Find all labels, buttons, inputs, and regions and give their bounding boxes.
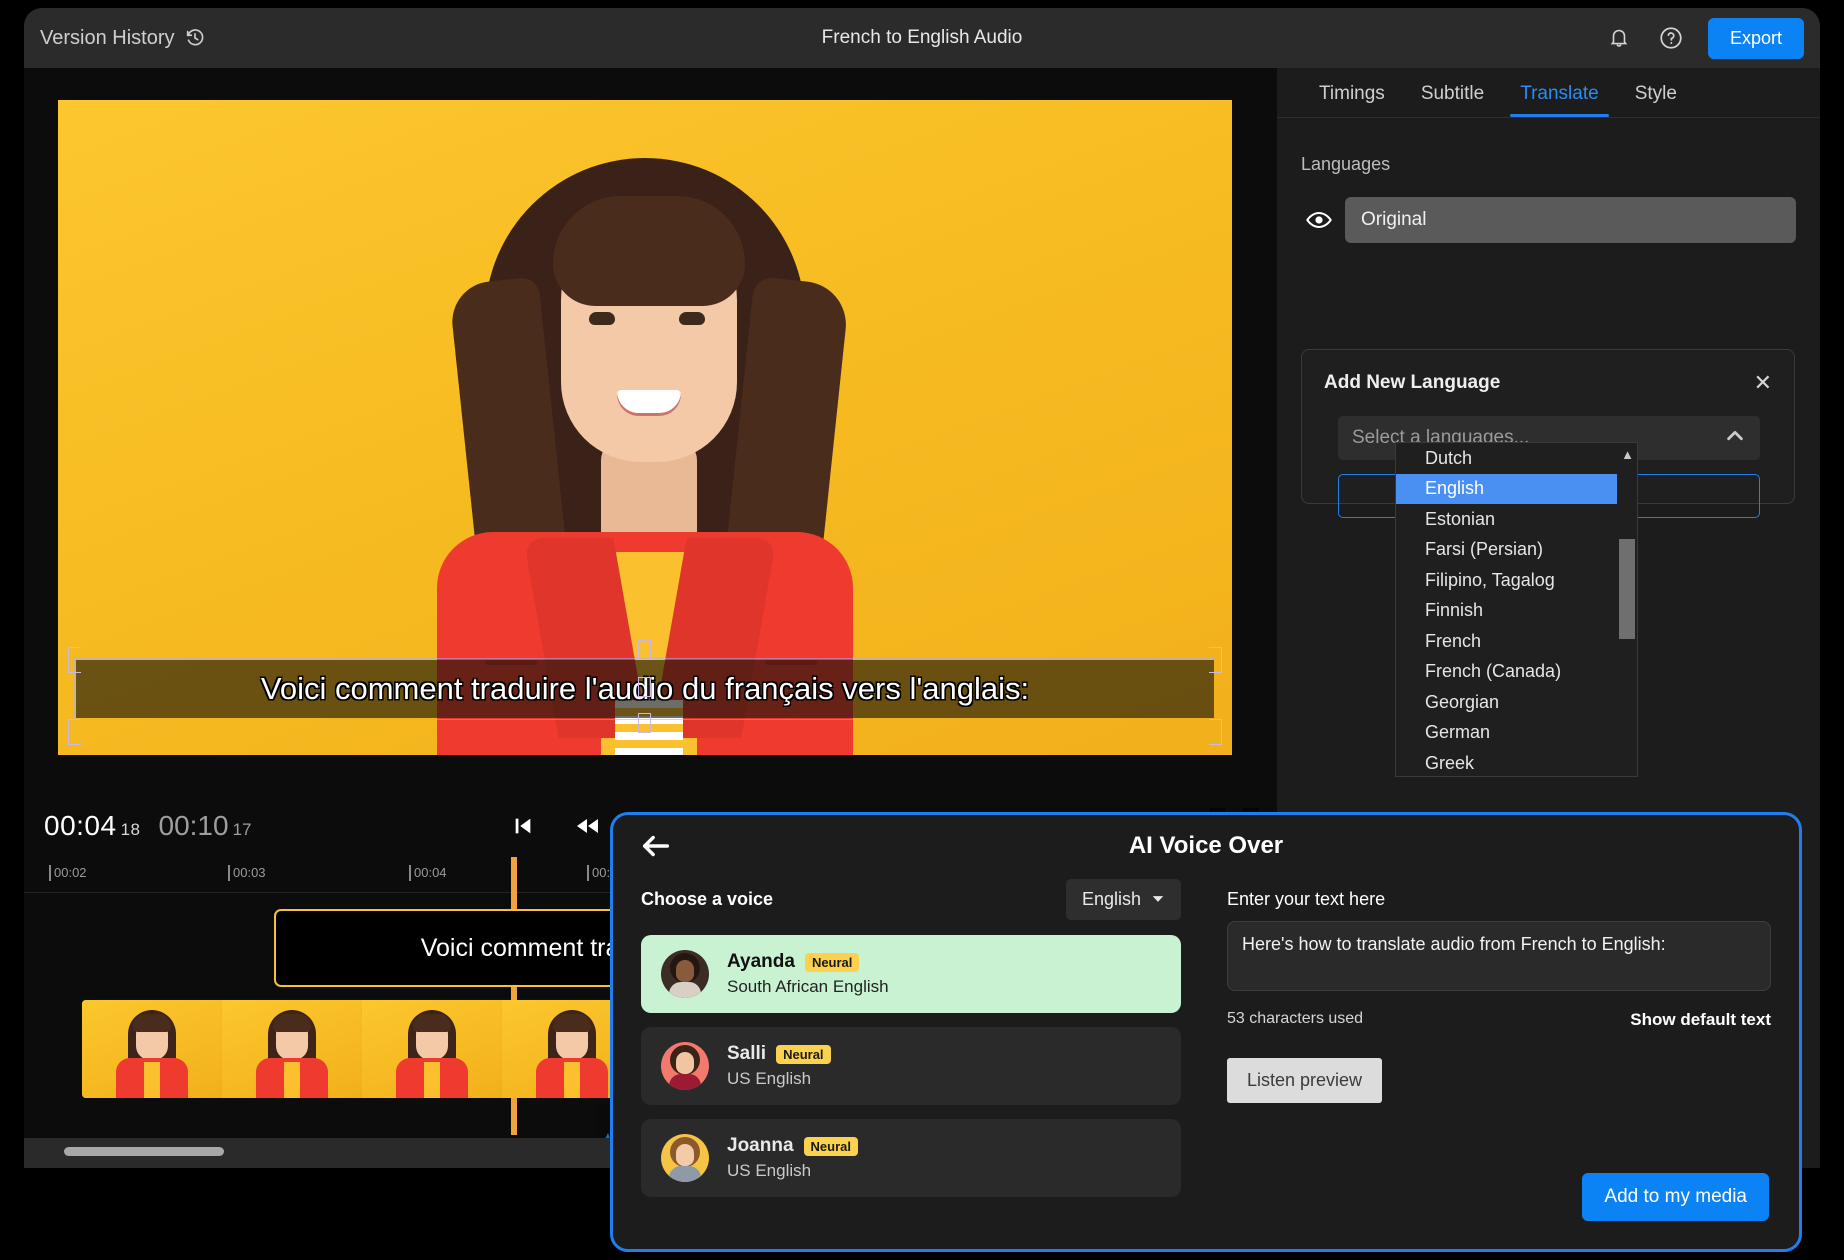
resize-handle-top-right[interactable] <box>1209 647 1222 673</box>
voice-text-column: Enter your text here 53 characters used … <box>1227 877 1771 1197</box>
top-bar-actions: Export <box>1604 8 1804 68</box>
choose-voice-label: Choose a voice <box>641 889 773 910</box>
voice-language-value: English <box>1082 889 1141 910</box>
add-to-my-media-button[interactable]: Add to my media <box>1582 1173 1769 1221</box>
enter-text-label: Enter your text here <box>1227 877 1771 921</box>
language-dropdown-list[interactable]: Dutch English Estonian Farsi (Persian) F… <box>1395 442 1638 777</box>
language-list-scrollbar-thumb[interactable] <box>1619 539 1635 639</box>
voice-locale: South African English <box>727 977 889 997</box>
voice-text-meta: 53 characters used Show default text <box>1227 1010 1771 1030</box>
character-count: 53 characters used <box>1227 1010 1363 1030</box>
ai-voice-over-panel: AI Voice Over Choose a voice English <box>610 812 1802 1252</box>
tab-subtitle[interactable]: Subtitle <box>1403 83 1502 117</box>
voice-list-header: Choose a voice English <box>641 877 1181 921</box>
ruler-tick: 00:04 <box>414 865 447 880</box>
voice-locale: US English <box>727 1069 831 1089</box>
rewind-icon[interactable] <box>574 813 600 839</box>
avatar <box>661 950 709 998</box>
voice-card-info: Joanna Neural US English <box>727 1135 858 1181</box>
chevron-down-icon <box>1151 892 1165 906</box>
voice-over-body: Choose a voice English Ayanda Neural <box>613 877 1799 1197</box>
voice-badge: Neural <box>805 953 859 972</box>
export-button[interactable]: Export <box>1708 18 1804 59</box>
timeline-subtitle-clip-text: Voici comment trad <box>274 934 630 963</box>
avatar <box>661 1042 709 1090</box>
video-thumbnail <box>82 1000 222 1098</box>
language-option-estonian[interactable]: Estonian <box>1396 504 1637 535</box>
voice-card-info: Ayanda Neural South African English <box>727 951 889 997</box>
video-preview[interactable]: Voici comment traduire l'audio du frança… <box>58 100 1232 755</box>
voice-name: Ayanda <box>727 951 795 973</box>
timeline-video-clip[interactable] <box>82 1000 642 1098</box>
language-option-georgian[interactable]: Georgian <box>1396 687 1637 718</box>
tab-style[interactable]: Style <box>1617 83 1695 117</box>
screen-root: Version History French to English Audio <box>0 0 1844 1260</box>
notification-bell-icon[interactable] <box>1604 23 1634 53</box>
voice-card-info: Salli Neural US English <box>727 1043 831 1089</box>
skip-to-start-icon[interactable] <box>510 813 536 839</box>
language-option-finnish[interactable]: Finnish <box>1396 596 1637 627</box>
scroll-up-arrow-icon[interactable]: ▲ <box>1621 447 1634 462</box>
voice-name: Salli <box>727 1043 766 1065</box>
timeline-subtitle-clip[interactable]: Voici comment trad <box>274 909 630 987</box>
voice-language-dropdown[interactable]: English <box>1066 879 1181 920</box>
voice-card-joanna[interactable]: Joanna Neural US English <box>641 1119 1181 1197</box>
history-clock-icon <box>184 27 206 49</box>
eye-visible-icon[interactable] <box>1305 206 1333 234</box>
language-option-french[interactable]: French <box>1396 626 1637 657</box>
version-history-label: Version History <box>40 27 175 50</box>
language-option-dutch[interactable]: Dutch <box>1396 443 1637 474</box>
resize-handle-bottom-center[interactable] <box>638 713 651 733</box>
video-thumbnail <box>222 1000 362 1098</box>
voice-card-ayanda[interactable]: Ayanda Neural South African English <box>641 935 1181 1013</box>
voice-card-salli[interactable]: Salli Neural US English <box>641 1027 1181 1105</box>
voice-text-input[interactable] <box>1227 921 1771 991</box>
voice-over-header: AI Voice Over <box>613 815 1799 877</box>
page-title: French to English Audio <box>24 27 1820 49</box>
back-arrow-icon[interactable] <box>639 829 673 863</box>
ruler-tick: 00:02 <box>54 865 87 880</box>
resize-handle-top-left[interactable] <box>68 647 81 673</box>
voice-over-title: AI Voice Over <box>613 832 1799 860</box>
current-time: 00:0418 <box>44 810 141 842</box>
avatar <box>661 1134 709 1182</box>
top-bar: Version History French to English Audio <box>24 8 1820 68</box>
panel-tabs: Timings Subtitle Translate Style <box>1277 68 1820 118</box>
timeline-scrollbar-thumb[interactable] <box>64 1147 224 1156</box>
voice-badge: Neural <box>776 1045 830 1064</box>
chevron-up-icon[interactable] <box>1724 425 1746 452</box>
language-option-farsi[interactable]: Farsi (Persian) <box>1396 535 1637 566</box>
resize-handle-bottom-left[interactable] <box>68 719 81 745</box>
version-history-button[interactable]: Version History <box>30 21 216 56</box>
show-default-text-link[interactable]: Show default text <box>1630 1010 1771 1030</box>
language-option-filipino[interactable]: Filipino, Tagalog <box>1396 565 1637 596</box>
original-language-label: Original <box>1361 209 1426 231</box>
voice-name: Joanna <box>727 1135 794 1157</box>
voice-badge: Neural <box>804 1137 858 1156</box>
voice-list-column: Choose a voice English Ayanda Neural <box>641 877 1181 1197</box>
language-option-english[interactable]: English <box>1396 474 1637 505</box>
add-language-header: Add New Language ✕ <box>1302 350 1794 394</box>
resize-handle-middle-center[interactable] <box>638 677 651 697</box>
add-language-title: Add New Language <box>1324 372 1500 394</box>
tab-timings[interactable]: Timings <box>1301 83 1403 117</box>
duration-time: 00:1017 <box>159 810 252 842</box>
help-circle-icon[interactable] <box>1656 23 1686 53</box>
language-list-scrollbar[interactable]: ▲ <box>1617 443 1637 776</box>
language-option-greek[interactable]: Greek <box>1396 748 1637 777</box>
listen-preview-button[interactable]: Listen preview <box>1227 1058 1382 1103</box>
original-language-chip[interactable]: Original <box>1345 197 1796 243</box>
tab-translate[interactable]: Translate <box>1502 83 1617 117</box>
ruler-tick: 00:03 <box>233 865 266 880</box>
language-option-german[interactable]: German <box>1396 718 1637 749</box>
timecode-display: 00:0418 00:1017 <box>44 810 252 842</box>
video-thumbnail <box>362 1000 502 1098</box>
resize-handle-top-center[interactable] <box>638 640 651 660</box>
original-language-row: Original <box>1277 175 1820 243</box>
languages-section-title: Languages <box>1277 118 1820 175</box>
language-option-french-canada[interactable]: French (Canada) <box>1396 657 1637 688</box>
resize-handle-bottom-right[interactable] <box>1209 719 1222 745</box>
close-x-icon[interactable]: ✕ <box>1754 372 1772 394</box>
voice-locale: US English <box>727 1161 858 1181</box>
